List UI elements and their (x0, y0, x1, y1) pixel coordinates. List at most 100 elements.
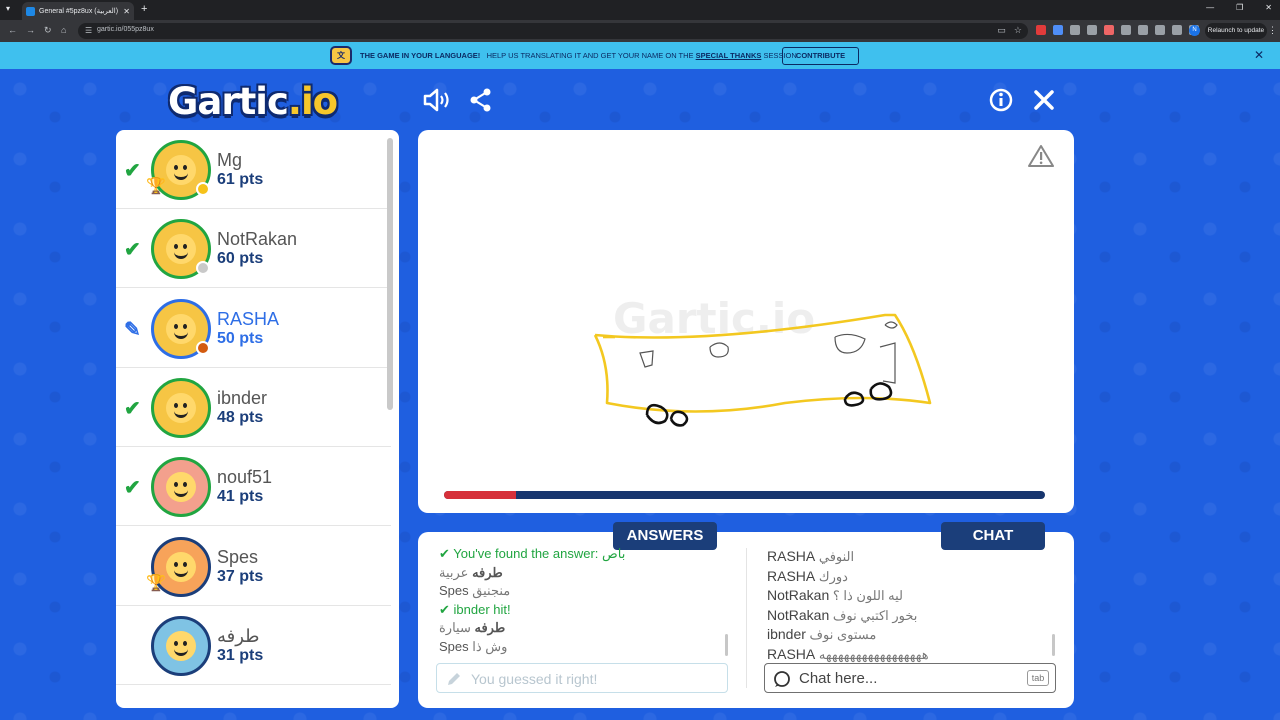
extensions-area (1036, 25, 1199, 35)
extension-icon[interactable] (1121, 25, 1131, 35)
browser-tab-bar: ▾ General #5pz8ux (العربية) - Gartic ✕ +… (0, 0, 1280, 20)
player-row[interactable]: ✔ 🏆 Mg 61 pts (116, 130, 391, 209)
banner-close-icon[interactable]: ✕ (1254, 48, 1264, 62)
status-dot (196, 261, 210, 276)
home-icon[interactable]: ⌂ (61, 25, 66, 35)
extension-icon[interactable] (1172, 25, 1182, 35)
gartic-favicon-icon (26, 6, 35, 16)
chat-scrollbar[interactable] (1052, 634, 1055, 656)
info-icon[interactable] (989, 88, 1013, 112)
guessed-check-icon: ✔ (124, 239, 141, 262)
browser-menu-icon[interactable]: ⋮ (1268, 25, 1277, 36)
extension-icon[interactable] (1104, 25, 1114, 35)
guessed-check-icon: ✔ (124, 160, 141, 182)
player-name: طرفه (217, 625, 260, 646)
tab-search-icon[interactable]: ▾ (6, 4, 10, 13)
player-name: Mg (217, 150, 243, 170)
install-app-icon[interactable]: ▭ (997, 25, 1006, 36)
answer-input[interactable]: You guessed it right! (436, 663, 728, 693)
message-text: النوفي (818, 549, 855, 564)
player-drawing: Gartic.io (593, 294, 932, 427)
extension-icon[interactable] (1070, 25, 1080, 35)
drawing-pencil-icon: ✎ (124, 318, 141, 341)
check-icon: ✔ (439, 601, 450, 617)
answers-scrollbar[interactable] (725, 634, 728, 656)
message-author: ibnder (453, 601, 490, 617)
address-bar[interactable]: ☰ gartic.io/055pz8ux ▭ ☆ (78, 23, 1028, 39)
extension-icon[interactable] (1053, 25, 1063, 35)
guessed-check-icon: ✔ (124, 397, 141, 420)
url-text: gartic.io/055pz8ux (97, 26, 154, 33)
message-author: RASHA (767, 567, 816, 584)
trophy-icon: 🏆 (146, 178, 166, 195)
forward-icon[interactable]: → (26, 25, 35, 35)
window-close-icon[interactable]: ✕ (1265, 3, 1272, 12)
player-name: NotRakan (217, 229, 298, 250)
status-dot (196, 182, 210, 196)
share-icon[interactable] (469, 88, 493, 112)
message-author: طرفه (474, 620, 506, 636)
chat-message: NotRakan بخور اكتبي نوف (767, 606, 1047, 626)
players-scrollbar[interactable] (387, 138, 393, 410)
check-icon: ✔ (439, 546, 450, 561)
answer-input-placeholder: You guessed it right! (471, 671, 598, 687)
window-controls: — ❐ ✕ (1206, 3, 1272, 12)
message-text: هههههههههههههههههه (818, 646, 929, 662)
message-author: Spes (439, 638, 469, 654)
message-author: NotRakan (767, 606, 830, 623)
tab-title: General #5pz8ux (العربية) - Gartic (39, 8, 120, 15)
relaunch-button[interactable]: Relaunch to update (1205, 23, 1267, 39)
player-row[interactable]: ✔ NotRakan 60 pts (116, 209, 391, 289)
extension-icon[interactable] (1138, 25, 1148, 35)
reload-icon[interactable]: ↻ (44, 25, 52, 36)
player-points: 41 pts (217, 488, 264, 506)
player-name: Spes (217, 546, 259, 567)
player-points: 48 pts (217, 408, 264, 426)
answer-message: طرفه عربية (439, 564, 719, 583)
translation-banner: 文 THE GAME IN YOUR LANGUAGE! HELP US TRA… (0, 42, 1280, 69)
player-row[interactable]: طرفه 31 pts (116, 606, 391, 685)
logo-main: Gartic (168, 80, 289, 123)
message-author: RASHA (767, 548, 816, 564)
bookmark-star-icon[interactable]: ☆ (1014, 25, 1022, 36)
players-list[interactable]: ✔ 🏆 Mg 61 pts ✔ NotRakan 60 pts ✎ RASHA 50 pts… (116, 130, 399, 708)
banner-headline: THE GAME IN YOUR LANGUAGE! (360, 51, 481, 60)
new-tab-icon[interactable]: + (141, 3, 147, 15)
tab-key-hint: tab (1027, 670, 1049, 686)
tab-close-icon[interactable]: ✕ (123, 7, 130, 16)
avatar (151, 615, 211, 676)
chat-input-placeholder: Chat here... (799, 670, 878, 687)
player-row[interactable]: ✎ RASHA 50 pts (116, 289, 391, 368)
chat-message: RASHA النوفي (767, 547, 1047, 567)
maximize-icon[interactable]: ❐ (1236, 3, 1243, 12)
report-warning-icon[interactable] (1028, 144, 1054, 168)
puzzle-extensions-icon[interactable] (1155, 25, 1165, 35)
extension-icon[interactable] (1036, 25, 1046, 35)
special-thanks-link[interactable]: SPECIAL THANKS (696, 51, 762, 60)
message-text: ليه اللون ذا ؟ (832, 588, 904, 604)
extension-icon[interactable] (1087, 25, 1097, 35)
player-points: 50 pts (217, 329, 264, 347)
minimize-icon[interactable]: — (1206, 3, 1214, 12)
answer-message: ✔ You've found the answer: باص (439, 545, 719, 564)
browser-tab[interactable]: General #5pz8ux (العربية) - Gartic ✕ (22, 2, 134, 20)
chat-input[interactable]: Chat here... tab (764, 663, 1056, 693)
close-icon[interactable] (1033, 89, 1055, 111)
logo-suffix: .io (287, 80, 338, 123)
browser-toolbar: ← → ↻ ⌂ ☰ gartic.io/055pz8ux ▭ ☆ N Relau… (0, 20, 1280, 42)
player-row[interactable]: 🏆 Spes 37 pts (116, 527, 391, 606)
site-info-icon[interactable]: ☰ (85, 26, 92, 35)
answer-message: ✔ ibnder hit! (439, 601, 719, 620)
profile-avatar[interactable]: N (1189, 25, 1200, 36)
chat-bubble-icon (774, 671, 790, 687)
back-icon[interactable]: ← (8, 25, 17, 35)
trophy-icon: 🏆 (146, 574, 166, 592)
chat-tab: CHAT (941, 522, 1045, 550)
player-row[interactable]: ✔ ibnder 48 pts (116, 368, 391, 447)
contribute-button[interactable]: CONTRIBUTE (782, 47, 859, 65)
answer-message: Spes منجنيق (439, 582, 719, 601)
sound-icon[interactable] (423, 87, 451, 113)
panel-divider (746, 548, 747, 688)
player-row[interactable]: ✔ nouf51 41 pts (116, 447, 391, 527)
message-author: Spes (439, 583, 469, 599)
